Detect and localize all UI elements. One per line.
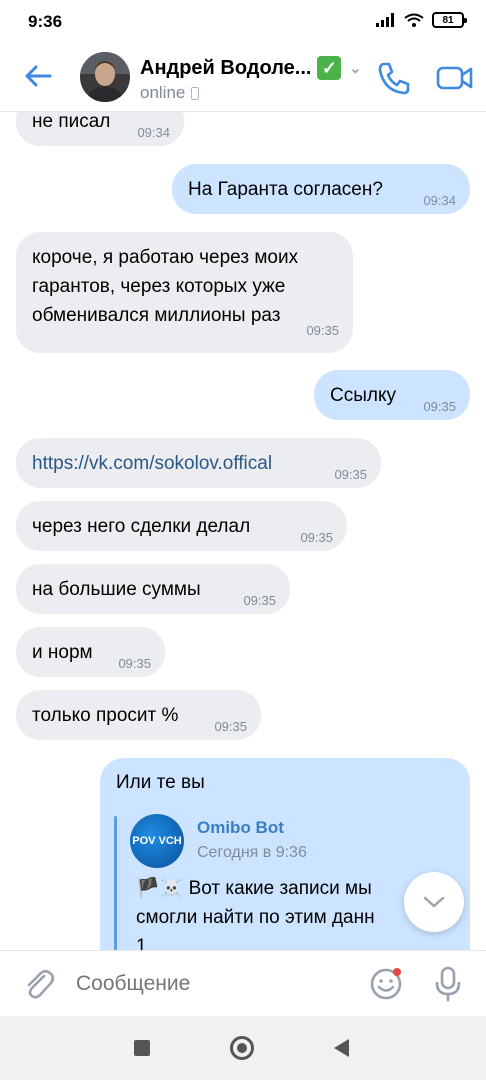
forward-quote-bar	[114, 816, 117, 950]
message-outgoing[interactable]: На Гаранта согласен? 09:34	[172, 164, 470, 214]
message-text: Или те вы	[116, 772, 205, 793]
signal-icon	[376, 13, 394, 27]
scroll-down-button[interactable]	[404, 872, 464, 932]
message-incoming[interactable]: короче, я работаю через моих гарантов, ч…	[16, 232, 353, 353]
message-text: не писал	[32, 112, 111, 132]
message-link[interactable]: https://vk.com/sokolov.offical	[32, 449, 272, 478]
mobile-device-icon	[191, 86, 200, 100]
microphone-icon[interactable]	[432, 965, 464, 1003]
presence-text: online	[140, 83, 186, 102]
status-bar: 9:36 81	[0, 0, 486, 44]
forwarded-line: 🏴☠️ Вот какие записи мы	[136, 878, 372, 899]
message-time: 09:35	[300, 530, 333, 545]
phone-icon[interactable]	[376, 60, 412, 96]
smiley-icon[interactable]	[368, 966, 404, 1002]
message-incoming[interactable]: через него сделки делал 09:35	[16, 501, 347, 551]
forwarded-text: 🏴☠️ Вот какие записи мы смогли найти по …	[136, 874, 446, 950]
message-line: гарантов, через которых уже	[32, 276, 286, 297]
forwarded-line: 1	[136, 936, 147, 950]
chevron-down-icon[interactable]: ⌄	[349, 60, 361, 77]
video-camera-icon[interactable]	[436, 60, 474, 96]
message-text: на большие суммы	[32, 579, 201, 600]
wifi-icon	[404, 13, 424, 27]
message-text: Ссылку	[330, 385, 396, 406]
forward-date: Сегодня в 9:36	[197, 844, 307, 861]
message-composer	[0, 950, 486, 1016]
message-line: короче, я работаю через моих	[32, 247, 299, 268]
battery-icon: 81	[432, 12, 467, 28]
home-icon[interactable]	[230, 1036, 254, 1060]
message-text: и норм	[32, 642, 93, 663]
status-icons: 81	[376, 12, 467, 28]
battery-level: 81	[442, 14, 454, 26]
avatar[interactable]	[80, 52, 130, 102]
message-time: 09:35	[214, 719, 247, 734]
message-outgoing[interactable]: Ссылку 09:35	[314, 370, 470, 420]
message-time: 09:35	[243, 593, 276, 608]
message-time: 09:35	[423, 399, 456, 414]
contact-name-text: Андрей Водоле...	[140, 56, 312, 79]
recents-icon[interactable]	[134, 1040, 150, 1056]
message-text: только просит %	[32, 705, 179, 726]
status-time: 9:36	[28, 12, 63, 31]
chevron-down-icon	[423, 896, 445, 908]
message-time: 09:34	[423, 193, 456, 208]
message-time: 09:35	[306, 323, 339, 338]
bot-avatar[interactable]: POV VCH	[130, 814, 184, 868]
message-incoming[interactable]: на большие суммы 09:35	[16, 564, 290, 614]
message-time: 09:35	[334, 467, 367, 482]
system-nav-bar	[0, 1016, 486, 1080]
message-text: На Гаранта согласен?	[188, 179, 383, 200]
message-line: обменивался миллионы раз	[32, 305, 281, 326]
message-time: 09:35	[118, 656, 151, 671]
paperclip-icon[interactable]	[22, 967, 56, 1001]
forwarded-line: смогли найти по этим данн	[136, 907, 375, 928]
bot-avatar-text: POV VCH	[132, 835, 182, 847]
message-incoming[interactable]: не писал 09:34	[16, 112, 184, 146]
bot-name[interactable]: Omibo Bot	[197, 818, 284, 838]
message-time: 09:34	[137, 125, 170, 140]
message-input[interactable]	[76, 969, 346, 999]
contact-name[interactable]: Андрей Водоле... ✓ ⌄	[140, 56, 361, 80]
message-text: через него сделки делал	[32, 516, 251, 537]
chat-header: Андрей Водоле... ✓ ⌄ online	[0, 44, 486, 112]
verified-icon: ✓	[317, 56, 342, 80]
message-incoming[interactable]: https://vk.com/sokolov.offical 09:35	[16, 438, 381, 488]
message-incoming[interactable]: только просит % 09:35	[16, 690, 261, 740]
message-list[interactable]: не писал 09:34 На Гаранта согласен? 09:3…	[0, 112, 486, 950]
back-triangle-icon[interactable]	[334, 1039, 349, 1057]
presence-status: online	[140, 83, 200, 103]
arrow-left-icon[interactable]	[22, 60, 54, 92]
message-incoming[interactable]: и норм 09:35	[16, 627, 165, 677]
